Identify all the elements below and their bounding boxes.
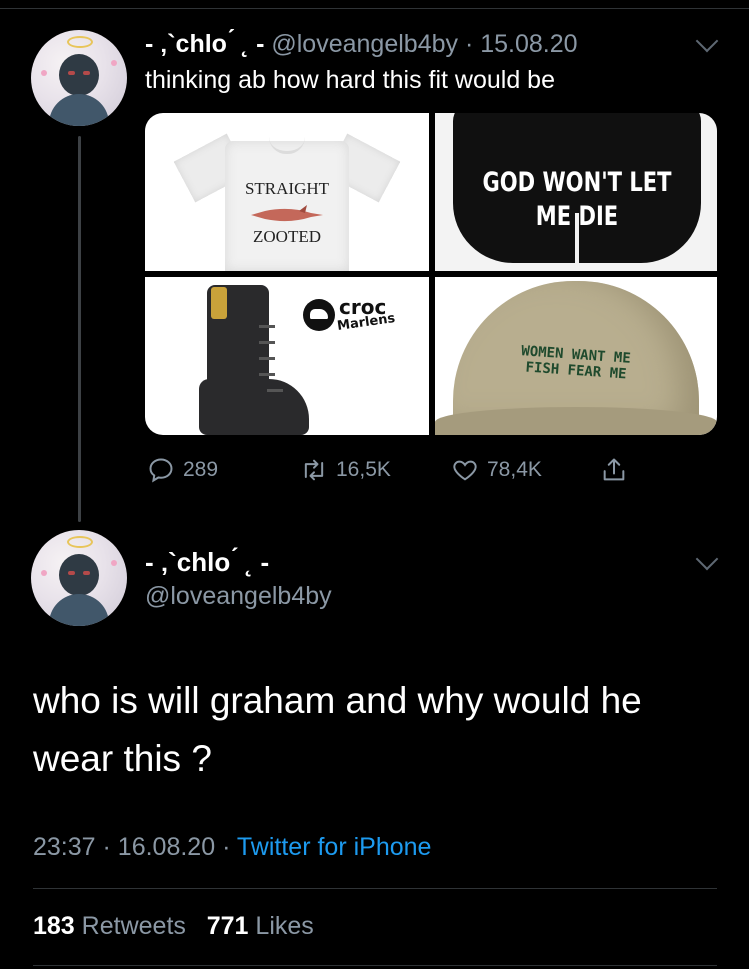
retweet-icon bbox=[304, 459, 324, 481]
tweet-date[interactable]: 15.08.20 bbox=[480, 30, 577, 58]
reply-icon bbox=[149, 458, 173, 483]
retweet-total: 183 bbox=[33, 912, 75, 940]
chevron-down-icon[interactable] bbox=[695, 29, 719, 53]
display-name[interactable]: - ‚`chlo ́ ˛ - bbox=[145, 30, 264, 58]
likes-label: Likes bbox=[255, 912, 314, 940]
tweet-stats: 183 Retweets 771 Likes bbox=[33, 912, 314, 941]
divider bbox=[33, 888, 717, 889]
avatar-eyes bbox=[68, 571, 90, 576]
avatar-body bbox=[49, 594, 109, 626]
boot-foot bbox=[199, 379, 309, 435]
like-total: 771 bbox=[206, 912, 249, 940]
avatar-eyes bbox=[68, 71, 90, 76]
sparkle-decoration bbox=[41, 70, 47, 76]
divider bbox=[33, 965, 717, 966]
halo-decoration bbox=[67, 536, 93, 548]
handle[interactable]: @loveangelb4by bbox=[271, 30, 458, 58]
source-link[interactable]: Twitter for iPhone bbox=[237, 833, 432, 861]
boot-graphic bbox=[189, 285, 309, 435]
sparkle-decoration bbox=[41, 570, 47, 576]
retweets-stat[interactable]: 183 Retweets bbox=[33, 912, 193, 940]
share-icon bbox=[603, 458, 625, 481]
tweet-metadata: 23:37 · 16.08.20 · Twitter for iPhone bbox=[33, 833, 431, 862]
tshirt-graphic: STRAIGHT ZOOTED bbox=[173, 133, 401, 271]
boot-pull-tab bbox=[211, 287, 227, 319]
chevron-down-icon[interactable] bbox=[695, 547, 719, 571]
media-image-cap[interactable]: WOMEN WANT ME FISH FEAR ME bbox=[435, 277, 717, 435]
tweet-header: - ‚`chlo ́ ˛ - @loveangelb4by · 15.08.20 bbox=[145, 30, 578, 59]
reply-button[interactable]: 289 bbox=[147, 456, 218, 484]
boot-lace bbox=[267, 389, 283, 392]
shirt-text-top: STRAIGHT bbox=[244, 179, 330, 198]
croc-marlens-logo: croc Marlens bbox=[303, 295, 419, 335]
separator: · bbox=[222, 833, 231, 861]
separator: · bbox=[102, 833, 111, 861]
media-grid[interactable]: STRAIGHT ZOOTED GOD WON'T LET ME DIE cro… bbox=[145, 113, 717, 435]
likes-stat[interactable]: 771 Likes bbox=[207, 912, 314, 940]
tweet-date[interactable]: 16.08.20 bbox=[118, 833, 215, 861]
retweet-count: 16,5K bbox=[336, 458, 391, 481]
separator: · bbox=[464, 30, 474, 58]
boot-lace bbox=[259, 341, 275, 344]
boot-lace bbox=[259, 357, 275, 360]
tweet-text: who is will graham and why would he wear… bbox=[33, 680, 642, 779]
top-divider bbox=[0, 8, 749, 9]
avatar[interactable] bbox=[31, 530, 127, 626]
tweet-time[interactable]: 23:37 bbox=[33, 833, 96, 861]
avatar-body bbox=[49, 94, 109, 126]
media-image-shorts[interactable]: GOD WON'T LET ME DIE bbox=[435, 113, 717, 271]
avatar[interactable] bbox=[31, 30, 127, 126]
reply-count: 289 bbox=[183, 458, 219, 481]
like-count: 78,4K bbox=[487, 458, 542, 481]
croc-icon bbox=[303, 299, 335, 331]
media-image-shirt[interactable]: STRAIGHT ZOOTED bbox=[145, 113, 429, 271]
sparkle-decoration bbox=[111, 60, 117, 66]
shorts-text-bottom: ME DIE bbox=[535, 201, 619, 232]
boot-lace bbox=[259, 325, 275, 328]
shorts-graphic: GOD WON'T LET ME DIE bbox=[453, 113, 701, 263]
display-name[interactable]: - ‚`chlo ́ ˛ - bbox=[145, 547, 269, 578]
like-button[interactable]: 78,4K bbox=[451, 456, 542, 484]
sparkle-decoration bbox=[111, 560, 117, 566]
media-image-boots[interactable]: croc Marlens bbox=[145, 277, 429, 435]
retweets-label: Retweets bbox=[81, 912, 186, 940]
cap-brim bbox=[435, 407, 717, 435]
thread-connector-line bbox=[78, 136, 81, 522]
tweet-text: thinking ab how hard this fit would be bbox=[145, 66, 555, 94]
handle[interactable]: @loveangelb4by bbox=[145, 582, 332, 611]
halo-decoration bbox=[67, 36, 93, 48]
share-button[interactable] bbox=[600, 456, 628, 484]
shorts-text-top: GOD WON'T LET bbox=[482, 167, 672, 198]
boot-lace bbox=[259, 373, 275, 376]
retweet-button[interactable]: 16,5K bbox=[300, 456, 391, 484]
like-icon bbox=[453, 460, 477, 481]
shirt-text-bottom: ZOOTED bbox=[253, 227, 321, 246]
fish-icon bbox=[251, 205, 323, 222]
